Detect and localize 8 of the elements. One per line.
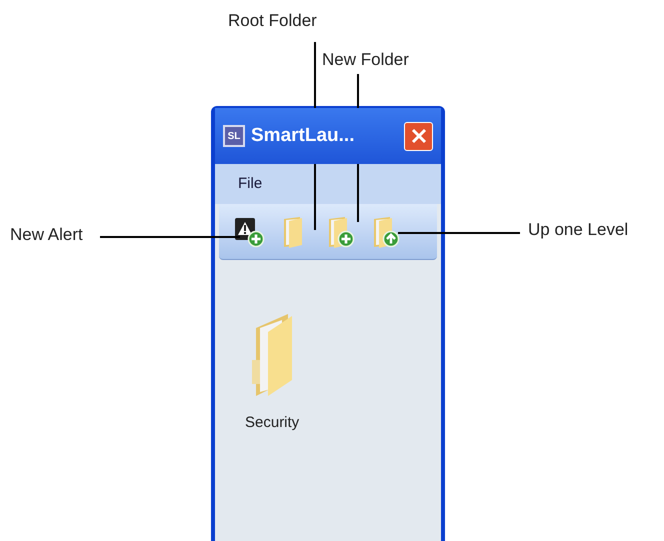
menu-item[interactable]: File — [237, 172, 264, 196]
window-title: SmartLau... — [251, 124, 356, 148]
callout-label: New Alert — [10, 224, 83, 246]
callout-label: New Folder — [322, 49, 409, 71]
app-icon: SL — [223, 125, 245, 147]
folder-label[interactable]: Security — [245, 412, 300, 434]
callout-label: Up one Level — [528, 219, 628, 241]
callout-label: Root Folder — [228, 10, 317, 32]
